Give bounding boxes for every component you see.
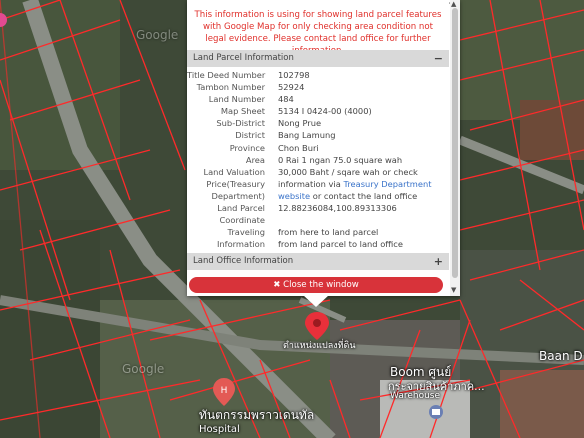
section-land-office-header[interactable]: Land Office Information +: [187, 253, 449, 271]
detail-row: Map Sheet 5134 I 0424-00 (4000): [187, 105, 449, 117]
route-to-parcel-link[interactable]: from here to land parcel: [278, 226, 378, 238]
detail-row: Area 0 Rai 1 ngan 75.0 square wah: [187, 154, 449, 166]
scrollbar-thumb[interactable]: [452, 8, 458, 278]
value-text: or contact the land office: [310, 190, 418, 201]
popup-pointer: [303, 295, 329, 307]
website-link[interactable]: website: [278, 191, 310, 201]
warehouse-pin: [429, 405, 443, 419]
detail-label: Price(Treasury: [206, 178, 265, 189]
detail-label: Area: [245, 154, 265, 165]
detail-value: Chon Buri: [278, 142, 319, 153]
detail-label: Tambon Number: [196, 82, 265, 93]
popup-content: This information is using for showing la…: [187, 0, 449, 296]
detail-row: Department) website or contact the land o…: [187, 190, 449, 202]
section-land-parcel-header[interactable]: Land Parcel Information −: [187, 50, 449, 67]
detail-row: Province Chon Buri: [187, 142, 449, 154]
value-text: information via: [278, 178, 344, 189]
collapse-icon[interactable]: −: [434, 50, 443, 67]
parcel-details: Title Deed Number 102798 Tambon Number 529…: [187, 67, 449, 250]
detail-label: Sub-District: [216, 118, 265, 129]
google-watermark: Google: [122, 362, 165, 376]
detail-label: Coordinate: [219, 215, 265, 226]
detail-value: 5134 I 0424-00 (4000): [278, 106, 372, 117]
detail-value: Bang Lamung: [278, 130, 336, 141]
disclaimer-text: This information is using for showing la…: [194, 10, 442, 56]
parcel-marker-label: ตำแหน่งแปลงที่ดิน: [283, 341, 356, 351]
detail-row: Sub-District Nong Prue: [187, 117, 449, 129]
section-title: Land Parcel Information: [193, 53, 294, 63]
detail-row: Information from land parcel to land offi…: [187, 238, 449, 250]
detail-label: Land Number: [208, 94, 265, 105]
close-window-button[interactable]: ✖ Close the window: [189, 277, 443, 293]
popup-scrollbar[interactable]: ▲ ▼: [450, 0, 460, 296]
detail-label: Land Parcel: [217, 203, 265, 214]
detail-value: 52924: [278, 82, 305, 93]
detail-row: Land Number 484: [187, 93, 449, 105]
detail-label: Land Valuation: [203, 166, 265, 177]
detail-label: Map Sheet: [220, 106, 265, 117]
detail-label: District: [235, 130, 265, 141]
detail-row: Price(Treasury information via Treasury D…: [187, 178, 449, 190]
detail-row: District Bang Lamung: [187, 129, 449, 141]
poi-hospital-title[interactable]: ทันตกรรมพราวเดนทัล: [199, 406, 314, 425]
svg-text:H: H: [221, 386, 228, 396]
detail-row: Traveling from here to land parcel: [187, 226, 449, 238]
detail-value: 0 Rai 1 ngan 75.0 square wah: [278, 154, 403, 165]
detail-row: Land Parcel 12.88236084,100.89313306: [187, 202, 449, 214]
scroll-up-icon[interactable]: ▲: [451, 0, 456, 8]
poi-warehouse-label: Warehouse: [390, 391, 441, 401]
detail-value: 30,000 Baht / sqare wah or check: [278, 166, 418, 177]
treasury-department-link[interactable]: Treasury Department: [343, 179, 431, 189]
detail-label: Department): [211, 190, 265, 201]
detail-value: Nong Prue: [278, 118, 322, 129]
expand-icon[interactable]: +: [434, 253, 443, 270]
detail-row: Coordinate: [187, 214, 449, 226]
section-title: Land Office Information: [193, 256, 294, 267]
land-parcel-popup: × This information is using for showing …: [187, 0, 460, 296]
detail-value: 102798: [278, 70, 310, 80]
scroll-down-icon[interactable]: ▼: [451, 286, 456, 294]
google-watermark: Google: [136, 28, 179, 42]
coordinate-link[interactable]: 12.88236084,100.89313306: [278, 202, 397, 214]
detail-label: Title Deed Number: [187, 70, 266, 80]
poi-hospital-subtitle: Hospital: [199, 424, 240, 435]
poi-baan-label[interactable]: Baan D: [539, 349, 583, 363]
route-to-office-link[interactable]: from land parcel to land office: [278, 238, 403, 250]
detail-label: Traveling: [227, 227, 266, 238]
detail-row: Title Deed Number 102798: [187, 69, 449, 81]
detail-label: Information: [216, 239, 265, 250]
detail-value: 484: [278, 94, 294, 105]
detail-row: Land Valuation 30,000 Baht / sqare wah or…: [187, 166, 449, 178]
detail-label: Province: [229, 142, 265, 153]
detail-row: Tambon Number 52924: [187, 81, 449, 93]
